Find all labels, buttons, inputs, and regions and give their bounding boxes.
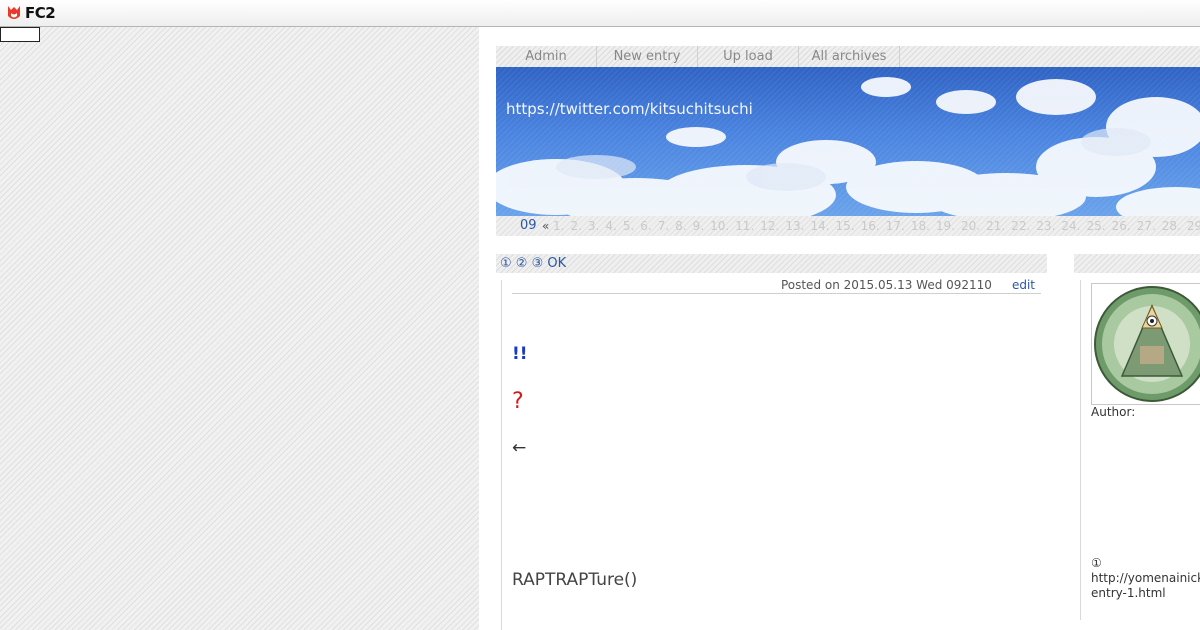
comment-link-cont[interactable]: entry-1.html [1091, 586, 1200, 601]
calendar-day: 26. [1111, 219, 1131, 233]
entry-title-bar: ① ② ③ OK [496, 254, 1047, 273]
entry-meta: Posted on 2015.05.13 Wed 092110 edit [512, 278, 1041, 294]
calendar-days: 1. 2. 3. 4. 5. 6. 7. 8. 9. 10. 11. 12. 13. 14. 15. 16. 1… [553, 216, 1200, 236]
calendar-day: 17. [885, 219, 905, 233]
calendar-day: 25. [1086, 219, 1106, 233]
twitter-link[interactable]: https://twitter.com/kitsuchitsuchi [506, 100, 753, 118]
calendar-day: 9. [692, 219, 705, 233]
cloud-image [496, 67, 1200, 216]
calendar-day: 28. [1161, 219, 1181, 233]
small-input-box[interactable] [0, 27, 40, 42]
calendar-day: 14. [810, 219, 830, 233]
comment-link[interactable]: http://yomenainick [1091, 571, 1200, 586]
calendar-day: 4. [605, 219, 617, 233]
calendar-day: 18. [910, 219, 930, 233]
entry-question: ? [512, 389, 524, 414]
calendar-day: 8. [675, 219, 687, 233]
author-label: Author: [1091, 405, 1136, 419]
calendar-day: 10. [710, 219, 730, 233]
calendar-month[interactable]: 09 [520, 216, 537, 236]
header-sky-image: https://twitter.com/kitsuchitsuchi [496, 67, 1200, 216]
comment-mark: ① [1091, 556, 1102, 570]
entry-exclamation: !! [512, 344, 528, 364]
calendar-day: 5. [622, 219, 635, 233]
calendar-day: 22. [1011, 219, 1031, 233]
nav-admin-link[interactable]: Admin [496, 46, 597, 67]
entry-arrow: ← [512, 438, 527, 458]
calendar-day: 29. [1186, 219, 1200, 233]
calendar-day: 11. [735, 219, 755, 233]
calendar-day: 24. [1061, 219, 1081, 233]
author-avatar[interactable] [1091, 283, 1200, 405]
calendar-day: 15. [835, 219, 855, 233]
calendar-day: 3. [587, 219, 600, 233]
entry-title-link[interactable]: ① ② ③ OK [500, 254, 566, 273]
calendar-day: 21. [986, 219, 1006, 233]
nav-upload-link[interactable]: Up load [698, 46, 799, 67]
calendar-day: 7. [657, 219, 670, 233]
calendar-prev-link[interactable]: « [542, 216, 549, 236]
blog-nav: Admin New entry Up load All archives [496, 46, 1200, 67]
fc2-fox-icon [8, 6, 20, 19]
calendar-day: 1. [553, 219, 565, 233]
nav-all-archives-link[interactable]: All archives [799, 46, 900, 67]
fc2-top-bar: FC2 [0, 0, 1200, 27]
calendar-day: 12. [760, 219, 780, 233]
fc2-logo[interactable]: FC2 [5, 3, 56, 23]
calendar-day: 23. [1036, 219, 1056, 233]
calendar-day: 16. [860, 219, 880, 233]
calendar-day: 27. [1136, 219, 1156, 233]
seal-image [1094, 286, 1200, 402]
fc2-logo-text: FC2 [25, 4, 56, 22]
calendar-day: 6. [640, 219, 652, 233]
edit-link[interactable]: edit [1012, 278, 1035, 292]
nav-new-entry-link[interactable]: New entry [597, 46, 698, 67]
recent-comment: ① http://yomenainick entry-1.html [1091, 556, 1200, 601]
calendar-bar: 09 « 1. 2. 3. 4. 5. 6. 7. 8. 9. 10. 11. 12. 13. 14. 15… [496, 216, 1200, 236]
calendar-day: 20. [961, 219, 981, 233]
calendar-day: 19. [935, 219, 956, 233]
entry-subtitle: RAPTRAPTure() [512, 570, 638, 590]
calendar-day: 2. [570, 219, 582, 233]
sidebar-title-bar [1074, 254, 1200, 273]
calendar-day: 13. [785, 219, 805, 233]
posted-date: Posted on 2015.05.13 Wed 092110 [780, 278, 992, 292]
entry-left-border [501, 280, 502, 630]
sidebar-left-border [1080, 280, 1081, 620]
